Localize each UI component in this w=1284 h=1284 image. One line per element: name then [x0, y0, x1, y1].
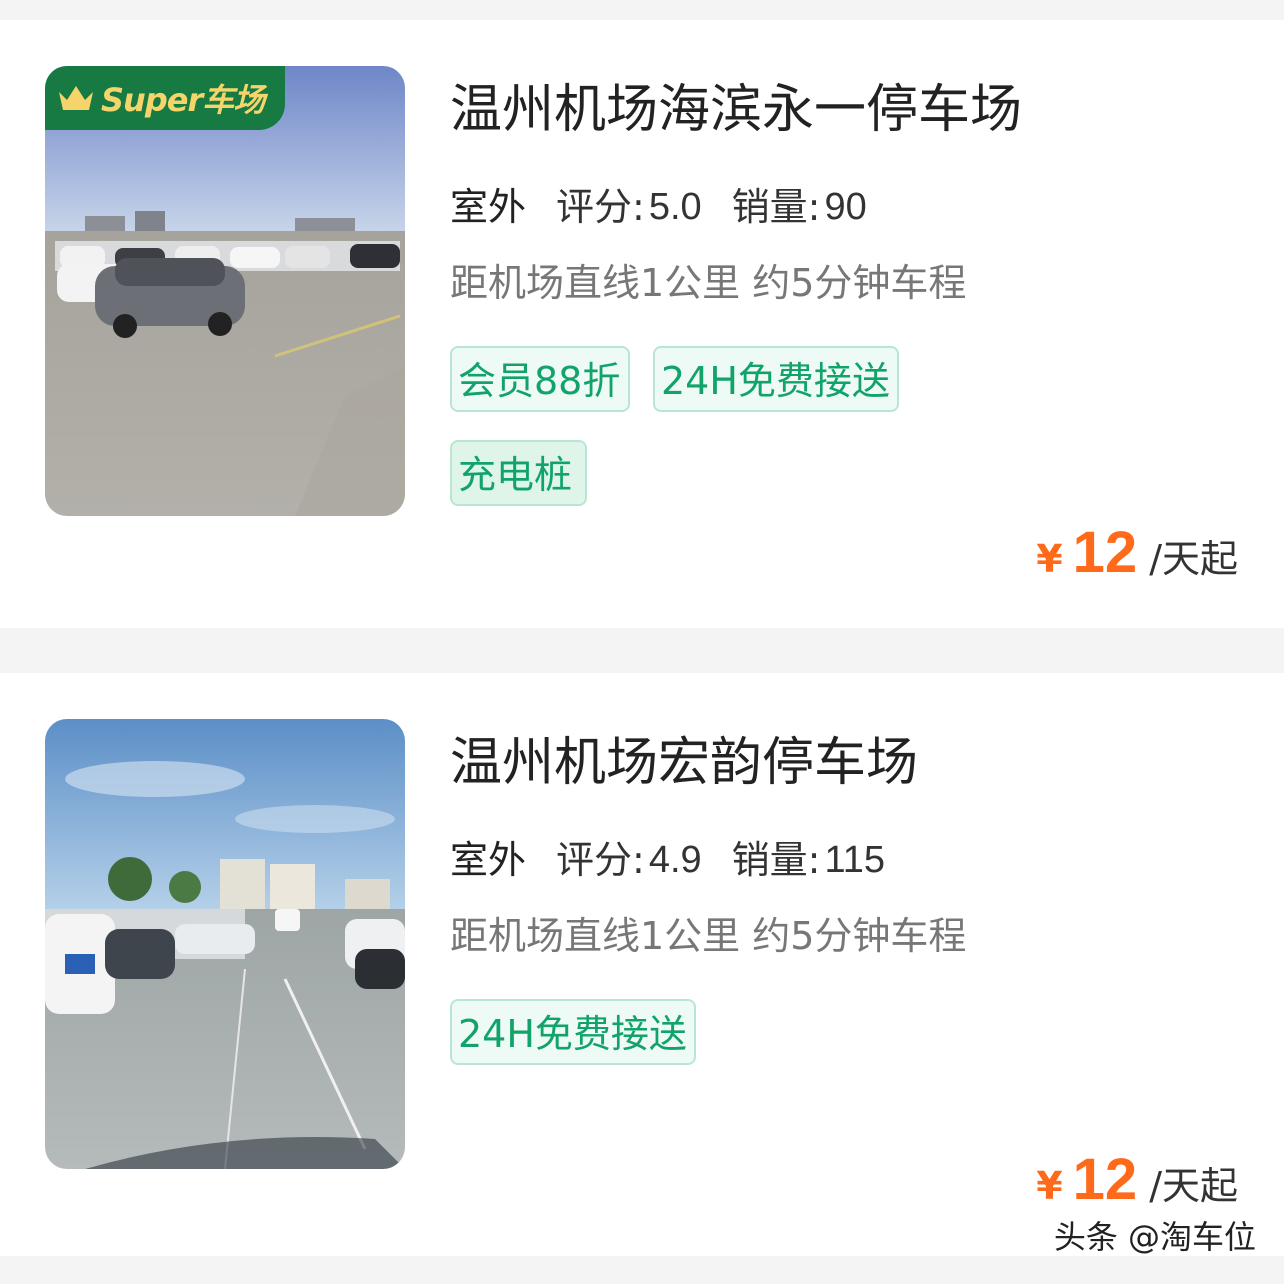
sales-label: 销量: — [731, 185, 821, 229]
sales-value: 115 — [824, 839, 886, 881]
parking-lot-photo-image — [45, 66, 405, 516]
parking-type-label: 室外 — [447, 185, 527, 234]
parking-lot-photo-image — [45, 719, 405, 1169]
price-amount: 12 — [1072, 1147, 1138, 1212]
super-parking-badge: Super车场 — [45, 66, 285, 130]
rating-value: 4.9 — [648, 839, 702, 881]
feature-tag: 24H免费接送 — [653, 346, 899, 412]
price: ¥ 12 /天起 — [1036, 1151, 1238, 1209]
distance-info: 距机场直线1公里 约5分钟车程 — [450, 261, 967, 305]
source-watermark: 头条 @淘车位 — [1053, 1218, 1256, 1256]
rating-label: 评分: — [556, 185, 645, 229]
parking-listing-card[interactable]: Super车场 温州机场海滨永一停车场 室外 评分: 5.0 销量: 90 距机… — [0, 20, 1284, 628]
rating-label: 评分: — [556, 838, 645, 882]
listing-meta: 室外 评分: 5.0 销量: 90 — [447, 185, 867, 234]
price: ¥ 12 /天起 — [1036, 524, 1238, 582]
parking-type-label: 室外 — [447, 838, 527, 887]
feature-tag: 充电桩 — [450, 440, 587, 506]
listing-title[interactable]: 温州机场宏韵停车场 — [450, 737, 918, 789]
price-amount: 12 — [1072, 520, 1138, 585]
feature-tag: 会员88折 — [450, 346, 630, 412]
sales-label: 销量: — [731, 838, 821, 882]
super-badge-label: Super车场 — [101, 81, 265, 119]
parking-listing-card[interactable]: 温州机场宏韵停车场 室外 评分: 4.9 销量: 115 距机场直线1公里 约5… — [0, 673, 1284, 1256]
currency-symbol: ¥ — [1036, 1164, 1063, 1208]
price-unit: /天起 — [1149, 1164, 1238, 1208]
currency-symbol: ¥ — [1036, 537, 1063, 581]
listing-title[interactable]: 温州机场海滨永一停车场 — [450, 84, 1022, 136]
crown-icon — [59, 86, 93, 110]
parking-lot-photo — [45, 719, 405, 1169]
rating-value: 5.0 — [648, 186, 702, 228]
listing-meta: 室外 评分: 4.9 销量: 115 — [447, 838, 886, 887]
parking-lot-photo: Super车场 — [45, 66, 405, 516]
feature-tag: 24H免费接送 — [450, 999, 696, 1065]
price-unit: /天起 — [1149, 537, 1238, 581]
sales-value: 90 — [824, 186, 867, 228]
distance-info: 距机场直线1公里 约5分钟车程 — [450, 914, 967, 958]
